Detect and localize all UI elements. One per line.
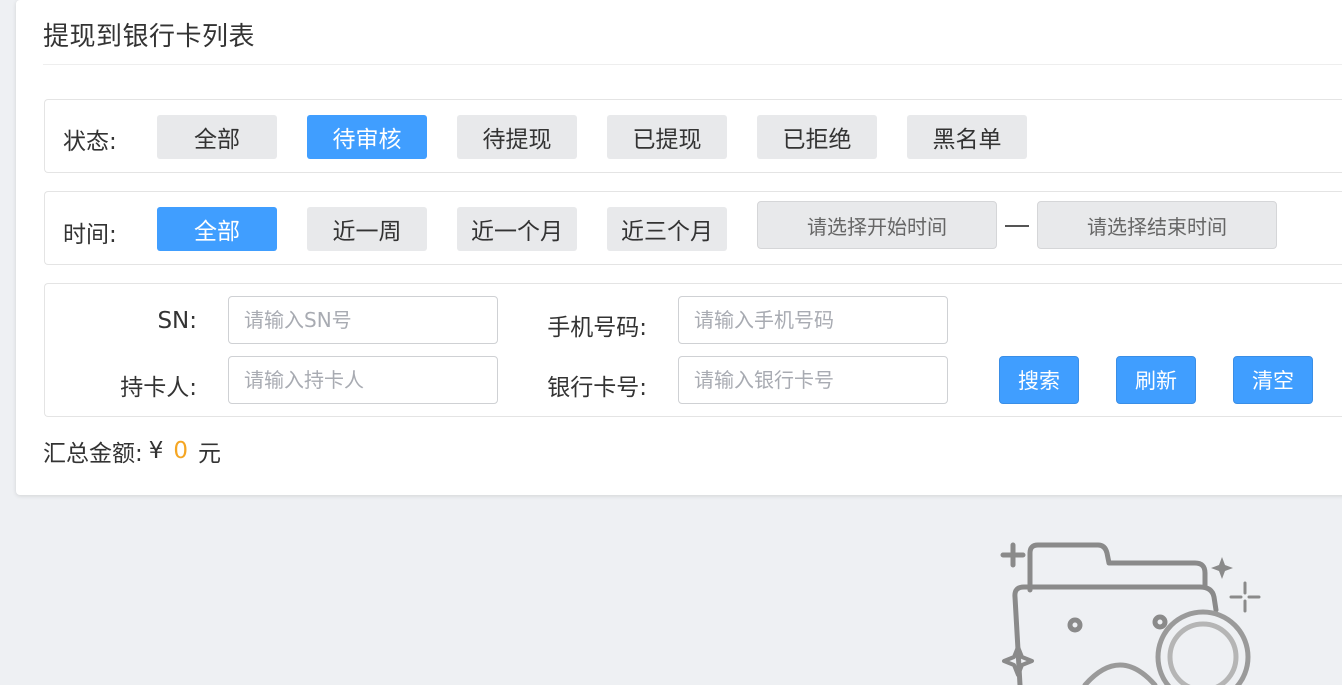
date-range-separator <box>1005 225 1029 227</box>
sparkle-icon <box>1002 557 1233 677</box>
refresh-button[interactable]: 刷新 <box>1116 356 1196 404</box>
status-label: 状态: <box>63 129 117 155</box>
empty-folder-illustration <box>1000 542 1261 685</box>
status-option-withdrawn[interactable]: 已提现 <box>607 115 727 159</box>
withdraw-list-card: 提现到银行卡列表 状态: 全部 待审核 待提现 已提现 已拒绝 黑名单 时间: … <box>16 0 1342 495</box>
start-date-picker[interactable]: 请选择开始时间 <box>757 201 997 249</box>
page-title: 提现到银行卡列表 <box>43 22 256 52</box>
search-panel: SN: 手机号码: 持卡人: 银行卡号: 搜索 刷新 清空 <box>44 283 1342 417</box>
currency-unit: 元 <box>198 441 222 467</box>
bank-card-input[interactable] <box>678 356 948 404</box>
currency-symbol: ¥ <box>148 438 164 464</box>
status-option-rejected[interactable]: 已拒绝 <box>757 115 877 159</box>
time-label: 时间: <box>63 222 117 248</box>
status-filter-row: 状态: 全部 待审核 待提现 已提现 已拒绝 黑名单 <box>44 99 1342 173</box>
cardholder-label: 持卡人: <box>120 375 197 401</box>
search-button[interactable]: 搜索 <box>999 356 1079 404</box>
total-amount-label: 汇总金额: <box>43 441 143 467</box>
status-option-pending-withdraw[interactable]: 待提现 <box>457 115 577 159</box>
bank-card-label: 银行卡号: <box>547 375 647 401</box>
time-option-all[interactable]: 全部 <box>157 207 277 251</box>
phone-input[interactable] <box>678 296 948 344</box>
total-amount-summary: 汇总金额: ¥ 0 元 <box>43 434 221 468</box>
time-option-last-week[interactable]: 近一周 <box>307 207 427 251</box>
total-amount-value: 0 <box>173 438 189 464</box>
end-date-picker[interactable]: 请选择结束时间 <box>1037 201 1277 249</box>
cardholder-input[interactable] <box>228 356 498 404</box>
sn-label: SN: <box>157 308 197 334</box>
time-filter-row: 时间: 全部 近一周 近一个月 近三个月 请选择开始时间 请选择结束时间 <box>44 191 1342 265</box>
time-option-last-month[interactable]: 近一个月 <box>457 207 577 251</box>
status-option-blacklist[interactable]: 黑名单 <box>907 115 1027 159</box>
status-option-all[interactable]: 全部 <box>157 115 277 159</box>
sn-input[interactable] <box>228 296 498 344</box>
title-divider <box>43 64 1342 65</box>
status-option-pending-review[interactable]: 待审核 <box>307 115 427 159</box>
clear-button[interactable]: 清空 <box>1233 356 1313 404</box>
time-option-last-three-months[interactable]: 近三个月 <box>607 207 727 251</box>
phone-label: 手机号码: <box>547 315 647 341</box>
